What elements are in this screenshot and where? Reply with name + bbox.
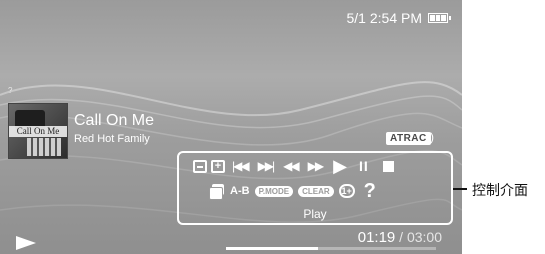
psp-music-player-screen: 5/1 2:54 PM ? Call On Me Call On Me Red …	[0, 0, 462, 254]
rewind-icon[interactable]: ◀◀	[280, 159, 300, 173]
codec-badge: ATRAC	[386, 132, 431, 145]
battery-icon	[428, 13, 451, 23]
repeat-icon[interactable]: 1+	[338, 184, 355, 198]
ab-repeat-button[interactable]: A-B	[230, 185, 250, 197]
status-bar: 5/1 2:54 PM	[346, 10, 451, 26]
info-icon: ?	[8, 86, 13, 95]
copy-icon[interactable]	[209, 184, 225, 200]
progress-bar[interactable]	[226, 247, 436, 250]
total-time: 03:00	[406, 229, 442, 245]
callout-label: 控制介面	[472, 183, 528, 199]
progress-fill	[226, 247, 319, 250]
album-art: Call On Me	[8, 103, 68, 159]
track-title: Call On Me	[74, 112, 155, 129]
date-time: 5/1 2:54 PM	[346, 10, 423, 26]
control-row-transport: + |◀◀ ▶▶| ◀◀ ▶▶ ▶ II	[193, 156, 394, 177]
stop-icon[interactable]	[382, 160, 394, 172]
time-separator: /	[399, 229, 404, 245]
clear-button[interactable]: CLEAR	[298, 185, 334, 197]
next-track-icon[interactable]: ▶▶|	[255, 159, 277, 173]
playing-indicator-icon	[16, 236, 36, 250]
play-icon[interactable]: ▶	[329, 156, 351, 177]
current-time: 01:19	[357, 229, 396, 246]
codec-signal-icon: )	[430, 130, 434, 144]
pause-icon[interactable]: II	[355, 158, 373, 174]
time-display: 01:19 / 03:00	[358, 229, 442, 246]
callout-line	[453, 188, 467, 190]
display-mode-icon[interactable]	[193, 159, 207, 173]
control-row-options: A-B P.MODE CLEAR 1+ ?	[209, 181, 376, 201]
fast-forward-icon[interactable]: ▶▶	[305, 159, 325, 173]
track-artist: Red Hot Family	[74, 133, 150, 145]
play-mode-button[interactable]: P.MODE	[254, 185, 294, 197]
album-art-text: Call On Me	[9, 126, 67, 137]
playback-status: Play	[303, 207, 327, 221]
help-icon[interactable]: ?	[360, 181, 376, 201]
add-icon[interactable]: +	[211, 159, 225, 173]
control-panel: + |◀◀ ▶▶| ◀◀ ▶▶ ▶ II A-B P.MODE CLEAR 1+…	[177, 151, 453, 225]
previous-track-icon[interactable]: |◀◀	[229, 159, 251, 173]
